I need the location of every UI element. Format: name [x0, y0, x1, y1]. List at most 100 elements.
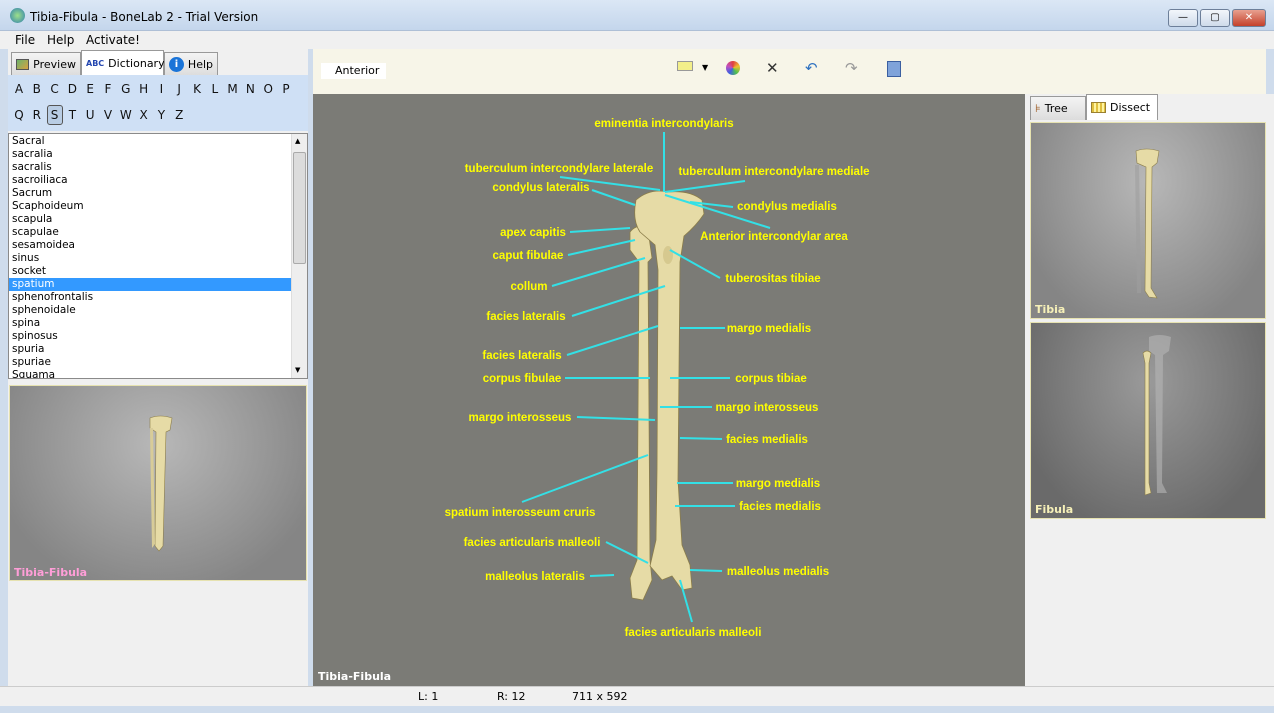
anatomy-label[interactable]: collum	[510, 281, 547, 293]
letter-w[interactable]: W	[118, 108, 134, 122]
list-item[interactable]: socket	[9, 265, 291, 278]
tab-tree[interactable]: ⊧ Tree	[1030, 96, 1086, 120]
part-thumbnail-tibia[interactable]: Tibia	[1030, 122, 1266, 319]
list-item[interactable]: spinosus	[9, 330, 291, 343]
list-item[interactable]: sacroiliaca	[9, 174, 291, 187]
leader-line	[567, 239, 636, 256]
letter-q[interactable]: Q	[11, 108, 27, 122]
letter-e[interactable]: E	[82, 82, 98, 96]
tibia-image	[1135, 148, 1160, 299]
letter-d[interactable]: D	[64, 82, 80, 96]
dropdown-arrow-icon[interactable]: ▼	[702, 63, 708, 72]
list-item[interactable]: Scaphoideum	[9, 200, 291, 213]
anatomy-label[interactable]: facies medialis	[726, 434, 808, 446]
list-item[interactable]: sphenoidale	[9, 304, 291, 317]
preview-image-icon	[16, 59, 30, 70]
list-item[interactable]: spuriae	[9, 356, 291, 369]
maximize-button[interactable]: ▢	[1200, 9, 1230, 27]
letter-g[interactable]: G	[118, 82, 134, 96]
letter-s[interactable]: S	[46, 105, 63, 125]
letter-x[interactable]: X	[136, 108, 152, 122]
anatomy-label[interactable]: malleolus medialis	[727, 566, 829, 578]
minimize-button[interactable]: —	[1168, 9, 1198, 27]
anatomy-label[interactable]: facies articularis malleoli	[625, 627, 762, 639]
annotate-icon[interactable]	[677, 61, 693, 71]
anatomy-label[interactable]: tuberculum intercondylare laterale	[465, 163, 654, 175]
letter-z[interactable]: Z	[171, 108, 187, 122]
list-item[interactable]: scapulae	[9, 226, 291, 239]
scroll-up-icon[interactable]: ▲	[295, 137, 300, 145]
preview-thumbnail[interactable]: Tibia-Fibula	[9, 385, 307, 581]
tab-help[interactable]: i Help	[164, 52, 218, 76]
anatomy-label[interactable]: corpus fibulae	[483, 373, 562, 385]
list-item[interactable]: sesamoidea	[9, 239, 291, 252]
list-item[interactable]: sacralia	[9, 148, 291, 161]
letter-i[interactable]: I	[153, 82, 169, 96]
delete-x-icon[interactable]: ✕	[766, 59, 779, 77]
letter-a[interactable]: A	[11, 82, 27, 96]
letter-l[interactable]: L	[207, 82, 223, 96]
list-item[interactable]: sacralis	[9, 161, 291, 174]
3d-viewport[interactable]: eminentia intercondylaris tuberculum inte…	[313, 94, 1025, 686]
anatomy-label[interactable]: eminentia intercondylaris	[594, 118, 733, 130]
list-item[interactable]: Sacrum	[9, 187, 291, 200]
letter-y[interactable]: Y	[153, 108, 169, 122]
anatomy-label[interactable]: apex capitis	[500, 227, 566, 239]
letter-t[interactable]: T	[64, 108, 80, 122]
letter-f[interactable]: F	[100, 82, 116, 96]
anatomy-label[interactable]: facies lateralis	[486, 311, 565, 323]
list-scrollbar[interactable]: ▲ ▼	[291, 134, 307, 378]
scrollbar-thumb[interactable]	[293, 152, 306, 264]
letter-m[interactable]: M	[225, 82, 241, 96]
anatomy-label[interactable]: tuberculum intercondylare mediale	[678, 166, 869, 178]
anatomy-label[interactable]: margo medialis	[736, 478, 820, 490]
undo-icon[interactable]: ↶	[805, 59, 818, 77]
anatomy-label[interactable]: caput fibulae	[493, 250, 564, 262]
color-palette-icon[interactable]	[726, 61, 740, 75]
anatomy-label[interactable]: condylus medialis	[737, 201, 837, 213]
close-button[interactable]: ✕	[1232, 9, 1266, 27]
anatomy-label[interactable]: condylus lateralis	[492, 182, 589, 194]
list-item[interactable]: sphenofrontalis	[9, 291, 291, 304]
tab-dissect[interactable]: Dissect	[1086, 94, 1158, 120]
list-item[interactable]: sinus	[9, 252, 291, 265]
tab-dictionary[interactable]: ABC Dictionary	[81, 50, 165, 76]
anatomy-label[interactable]: corpus tibiae	[735, 373, 807, 385]
anatomy-label[interactable]: Anterior intercondylar area	[700, 231, 848, 243]
anatomy-label[interactable]: tuberositas tibiae	[725, 273, 820, 285]
letter-c[interactable]: C	[47, 82, 63, 96]
letter-o[interactable]: O	[260, 82, 276, 96]
letter-v[interactable]: V	[100, 108, 116, 122]
anatomy-label[interactable]: facies lateralis	[482, 350, 561, 362]
dictionary-list[interactable]: Sacral sacralia sacralis sacroiliaca Sacrum S…	[8, 133, 308, 379]
letter-u[interactable]: U	[82, 108, 98, 122]
menu-help[interactable]: Help	[47, 33, 74, 47]
anatomy-label[interactable]: malleolus lateralis	[485, 571, 585, 583]
letter-r[interactable]: R	[29, 108, 45, 122]
letter-n[interactable]: N	[242, 82, 258, 96]
part-thumbnail-fibula[interactable]: Fibula	[1030, 322, 1266, 519]
anatomy-label[interactable]: margo interosseus	[469, 412, 572, 424]
letter-b[interactable]: B	[29, 82, 45, 96]
list-item[interactable]: spatium	[9, 278, 291, 291]
letter-p[interactable]: P	[278, 82, 294, 96]
list-item[interactable]: scapula	[9, 213, 291, 226]
redo-icon[interactable]: ↷	[845, 59, 858, 77]
tab-preview[interactable]: Preview	[11, 52, 81, 76]
anatomy-label[interactable]: margo medialis	[727, 323, 811, 335]
menu-activate[interactable]: Activate!	[86, 33, 140, 47]
letter-k[interactable]: K	[189, 82, 205, 96]
list-item[interactable]: spina	[9, 317, 291, 330]
letter-j[interactable]: J	[171, 82, 187, 96]
scroll-down-icon[interactable]: ▼	[295, 366, 300, 374]
anatomy-label[interactable]: facies articularis malleoli	[464, 537, 601, 549]
list-item[interactable]: Squama	[9, 369, 291, 378]
anatomy-label[interactable]: facies medialis	[739, 501, 821, 513]
anatomy-label[interactable]: spatium interosseum cruris	[445, 507, 596, 519]
list-item[interactable]: spuria	[9, 343, 291, 356]
letter-h[interactable]: H	[136, 82, 152, 96]
menu-file[interactable]: File	[15, 33, 35, 47]
list-item[interactable]: Sacral	[9, 135, 291, 148]
save-icon[interactable]	[887, 61, 901, 77]
anatomy-label[interactable]: margo interosseus	[716, 402, 819, 414]
